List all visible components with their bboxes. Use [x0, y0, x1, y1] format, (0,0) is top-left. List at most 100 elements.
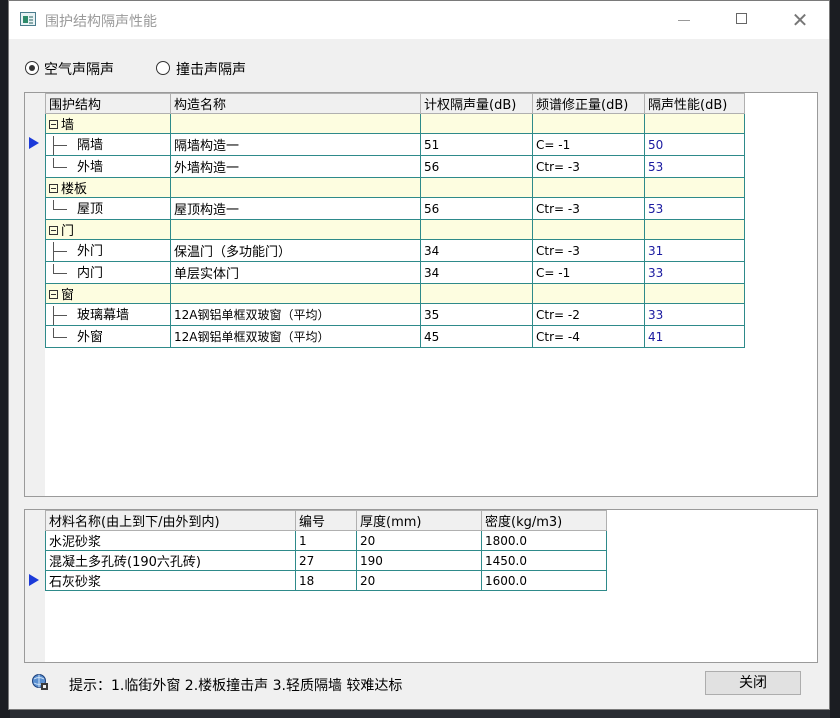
correction-cell[interactable]: C= -1 [532, 261, 645, 284]
rw-cell[interactable]: 56 [420, 155, 533, 178]
material-thickness-cell[interactable]: 20 [356, 530, 482, 551]
rw-cell[interactable]: 34 [420, 239, 533, 262]
performance-cell[interactable]: 33 [644, 261, 745, 284]
material-density-cell[interactable]: 1800.0 [481, 530, 607, 551]
row-indicator-column [25, 510, 45, 662]
name-cell[interactable]: 单层实体门 [170, 261, 421, 284]
structure-cell: 外门 [77, 244, 104, 259]
col-header-id[interactable]: 编号 [295, 510, 357, 531]
col-header-density[interactable]: 密度(kg/m3) [481, 510, 607, 531]
material-thickness-cell[interactable]: 20 [356, 570, 482, 591]
close-window-button[interactable]: ✕ [777, 1, 823, 39]
correction-cell[interactable]: C= -1 [532, 133, 645, 156]
material-id-cell[interactable]: 1 [295, 530, 357, 551]
background-right-strip [830, 0, 840, 718]
material-row[interactable]: 石灰砂浆 18 20 1600.0 [45, 570, 607, 591]
material-row[interactable]: 水泥砂浆 1 20 1800.0 [45, 530, 607, 551]
performance-cell[interactable]: 31 [644, 239, 745, 262]
category-row-door[interactable]: 门 [45, 219, 745, 240]
col-header-rw[interactable]: 计权隔声量(dB) [420, 93, 533, 114]
material-thickness-cell[interactable]: 190 [356, 550, 482, 571]
structure-cell: 外窗 [77, 330, 104, 345]
rw-cell[interactable]: 45 [420, 325, 533, 348]
category-row-window[interactable]: 窗 [45, 283, 745, 304]
hint-text: 提示：1.临街外窗 2.楼板撞击声 3.轻质隔墙 较难达标 [69, 678, 403, 694]
name-cell[interactable]: 保温门（多功能门） [170, 239, 421, 262]
table-row[interactable]: 隔墙 隔墙构造一 51 C= -1 50 [45, 133, 745, 156]
table-row[interactable]: 外门 保温门（多功能门） 34 Ctr= -3 31 [45, 239, 745, 262]
structure-cell: 玻璃幕墙 [77, 308, 130, 323]
tree-branch-icon [53, 200, 71, 219]
performance-cell[interactable]: 53 [644, 155, 745, 178]
material-id-cell[interactable]: 18 [295, 570, 357, 591]
correction-cell[interactable]: Ctr= -3 [532, 239, 645, 262]
radio-impact-dot[interactable] [156, 61, 170, 75]
col-header-correction[interactable]: 频谱修正量(dB) [532, 93, 645, 114]
category-row-wall[interactable]: 墙 [45, 113, 745, 134]
performance-cell[interactable]: 53 [644, 197, 745, 220]
rw-cell[interactable]: 34 [420, 261, 533, 284]
rw-cell[interactable]: 51 [420, 133, 533, 156]
material-id-cell[interactable]: 27 [295, 550, 357, 571]
table-row[interactable]: 内门 单层实体门 34 C= -1 33 [45, 261, 745, 284]
rw-cell[interactable]: 35 [420, 303, 533, 326]
structure-cell: 门 [61, 224, 75, 239]
col-header-name[interactable]: 构造名称 [170, 93, 421, 114]
dialog-window: 围护结构隔声性能 ✕ 空气声隔声 撞击声隔声 围护结构 构造名称 计权隔声量(d… [8, 0, 830, 710]
structure-cell: 屋顶 [77, 202, 104, 217]
performance-cell[interactable]: 41 [644, 325, 745, 348]
table-row[interactable]: 屋顶 屋顶构造一 56 Ctr= -3 53 [45, 197, 745, 220]
performance-cell[interactable]: 33 [644, 303, 745, 326]
performance-cell[interactable]: 50 [644, 133, 745, 156]
correction-cell[interactable]: Ctr= -4 [532, 325, 645, 348]
material-row[interactable]: 混凝土多孔砖(190六孔砖) 27 190 1450.0 [45, 550, 607, 571]
material-density-cell[interactable]: 1600.0 [481, 570, 607, 591]
structure-cell: 隔墙 [77, 138, 104, 153]
table-row[interactable]: 外窗 12A钢铝单框双玻窗（平均） 45 Ctr= -4 41 [45, 325, 745, 348]
name-cell[interactable]: 12A钢铝单框双玻窗（平均） [170, 303, 421, 326]
collapse-icon[interactable] [49, 290, 58, 299]
material-grid[interactable]: 材料名称(由上到下/由外到内) 编号 厚度(mm) 密度(kg/m3) 水泥砂浆… [24, 509, 818, 663]
material-name-cell[interactable]: 水泥砂浆 [45, 530, 296, 551]
radio-airborne-dot[interactable] [25, 61, 39, 75]
table-row[interactable]: 外墙 外墙构造一 56 Ctr= -3 53 [45, 155, 745, 178]
globe-info-icon [32, 674, 48, 690]
current-row-pointer-icon [29, 137, 39, 149]
material-density-cell[interactable]: 1450.0 [481, 550, 607, 571]
collapse-icon[interactable] [49, 184, 58, 193]
correction-cell[interactable]: Ctr= -3 [532, 197, 645, 220]
tree-branch-icon [53, 242, 71, 261]
table-row[interactable]: 玻璃幕墙 12A钢铝单框双玻窗（平均） 35 Ctr= -2 33 [45, 303, 745, 326]
tree-branch-icon [53, 328, 71, 347]
col-header-thickness[interactable]: 厚度(mm) [356, 510, 482, 531]
collapse-icon[interactable] [49, 226, 58, 235]
radio-airborne-label[interactable]: 空气声隔声 [44, 59, 114, 79]
maximize-icon [736, 13, 747, 24]
name-cell[interactable]: 屋顶构造一 [170, 197, 421, 220]
correction-cell[interactable]: Ctr= -3 [532, 155, 645, 178]
category-row-floor[interactable]: 楼板 [45, 177, 745, 198]
structure-cell: 楼板 [61, 182, 88, 197]
name-cell[interactable]: 12A钢铝单框双玻窗（平均） [170, 325, 421, 348]
material-name-cell[interactable]: 混凝土多孔砖(190六孔砖) [45, 550, 296, 571]
col-header-structure[interactable]: 围护结构 [45, 93, 171, 114]
maximize-button[interactable] [719, 1, 765, 39]
name-cell[interactable]: 隔墙构造一 [170, 133, 421, 156]
close-button[interactable]: 关闭 [705, 671, 801, 695]
title-bar[interactable]: 围护结构隔声性能 ✕ [9, 1, 829, 39]
material-header-row: 材料名称(由上到下/由外到内) 编号 厚度(mm) 密度(kg/m3) [45, 510, 607, 531]
app-icon [20, 12, 36, 26]
col-header-performance[interactable]: 隔声性能(dB) [644, 93, 745, 114]
name-cell[interactable]: 外墙构造一 [170, 155, 421, 178]
radio-impact-label[interactable]: 撞击声隔声 [176, 59, 246, 79]
col-header-material-name[interactable]: 材料名称(由上到下/由外到内) [45, 510, 296, 531]
rw-cell[interactable]: 56 [420, 197, 533, 220]
structure-grid[interactable]: 围护结构 构造名称 计权隔声量(dB) 频谱修正量(dB) 隔声性能(dB) 墙… [24, 92, 818, 497]
tree-branch-icon [53, 158, 71, 177]
collapse-icon[interactable] [49, 120, 58, 129]
material-table: 材料名称(由上到下/由外到内) 编号 厚度(mm) 密度(kg/m3) 水泥砂浆… [45, 510, 607, 591]
correction-cell[interactable]: Ctr= -2 [532, 303, 645, 326]
material-name-cell[interactable]: 石灰砂浆 [45, 570, 296, 591]
tree-branch-icon [53, 306, 71, 325]
minimize-button[interactable] [661, 1, 707, 39]
